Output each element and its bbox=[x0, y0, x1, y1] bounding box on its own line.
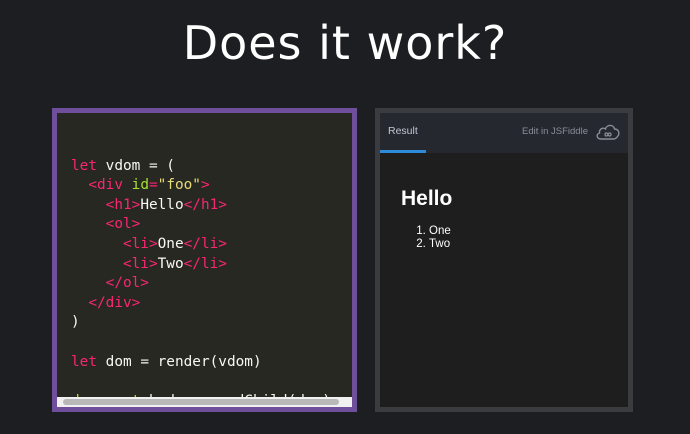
code-token: > bbox=[200, 177, 210, 194]
code-line: let dom = render(vdom) bbox=[71, 353, 352, 373]
tab-active-indicator bbox=[380, 150, 426, 153]
result-header: Result Edit in JSFiddle bbox=[380, 113, 628, 153]
code-token: let bbox=[71, 157, 97, 174]
code-line: </div> bbox=[71, 294, 352, 314]
edit-in-jsfiddle-link[interactable]: Edit in JSFiddle bbox=[522, 126, 588, 137]
code-token: </li> bbox=[183, 255, 227, 272]
code-line: let vdom = ( bbox=[71, 157, 352, 177]
code-token: ) bbox=[71, 314, 80, 331]
code-line: <div id="foo"> bbox=[71, 176, 352, 196]
code-token: <h1> bbox=[105, 196, 141, 213]
code-line: <ol> bbox=[71, 215, 352, 235]
horizontal-scrollbar[interactable] bbox=[57, 397, 352, 407]
result-heading: Hello bbox=[401, 187, 453, 210]
code-line: </ol> bbox=[71, 274, 352, 294]
code-token: "foo" bbox=[157, 177, 201, 194]
code-token: Two bbox=[157, 255, 184, 272]
code-token: = bbox=[148, 177, 158, 194]
code-block[interactable]: let vdom = ( <div id="foo"> <h1>Hello</h… bbox=[71, 137, 352, 407]
code-token: <li> bbox=[122, 235, 158, 252]
result-panel: Result Edit in JSFiddle Hello One Two bbox=[375, 108, 633, 412]
code-token: </ol> bbox=[105, 275, 149, 292]
slide-title: Does it work? bbox=[182, 16, 508, 70]
code-editor-panel[interactable]: let vdom = ( <div id="foo"> <h1>Hello</h… bbox=[52, 108, 357, 412]
code-token: <li> bbox=[122, 255, 158, 272]
code-token: let bbox=[71, 353, 97, 370]
code-line: <li>Two</li> bbox=[71, 255, 352, 275]
code-token: One bbox=[157, 235, 184, 252]
code-token: </li> bbox=[183, 235, 227, 252]
code-token: id bbox=[131, 177, 149, 194]
scrollbar-thumb[interactable] bbox=[63, 399, 339, 405]
result-output: Hello One Two bbox=[401, 187, 628, 251]
jsfiddle-cloud-icon[interactable] bbox=[594, 121, 622, 143]
tab-result[interactable]: Result bbox=[388, 125, 418, 137]
code-line: ) bbox=[71, 313, 352, 333]
result-list: One Two bbox=[401, 225, 628, 251]
result-list-item: Two bbox=[429, 238, 628, 251]
result-list-item: One bbox=[429, 225, 628, 238]
code-token: <div bbox=[88, 177, 123, 194]
code-token: vdom = ( bbox=[97, 157, 175, 174]
code-line: <li>One</li> bbox=[71, 235, 352, 255]
code-token: <ol> bbox=[105, 216, 141, 233]
code-token: </h1> bbox=[183, 196, 227, 213]
code-token: dom = render(vdom) bbox=[97, 353, 262, 370]
code-line: <h1>Hello</h1> bbox=[71, 196, 352, 216]
code-token: </div> bbox=[88, 294, 141, 311]
code-token: Hello bbox=[140, 196, 184, 213]
